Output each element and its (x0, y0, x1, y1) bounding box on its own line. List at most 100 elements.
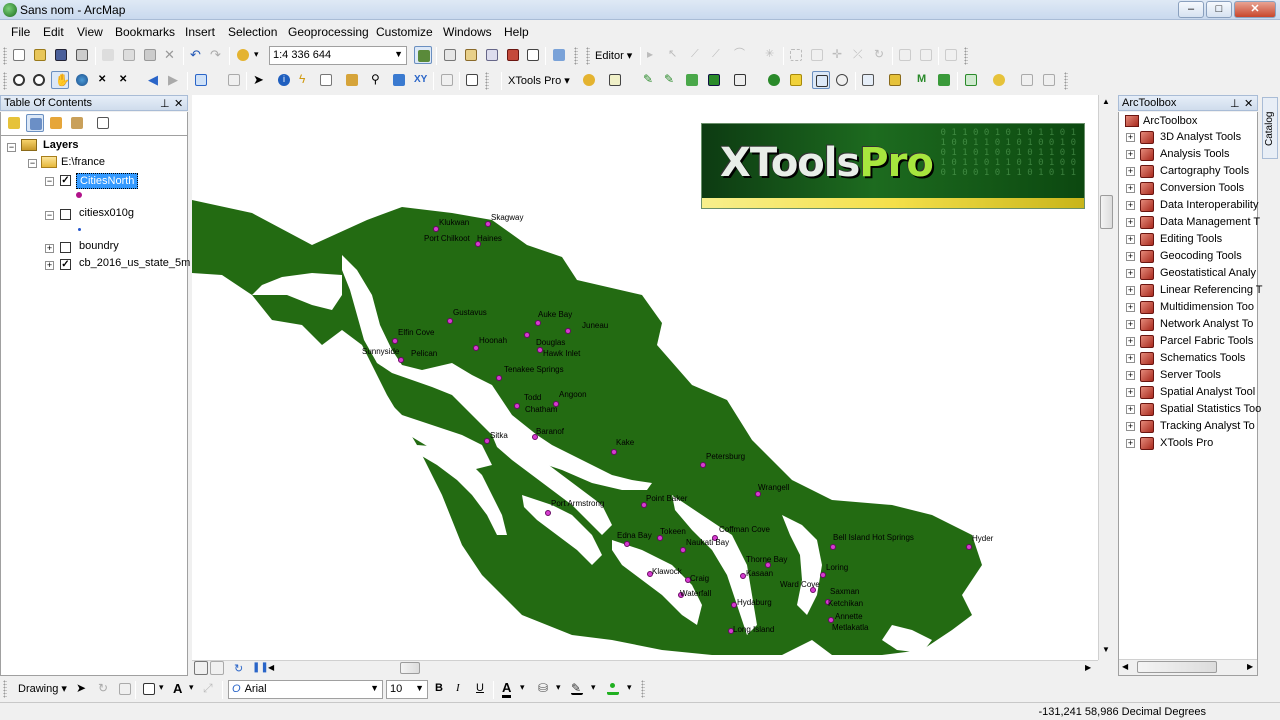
scroll-thumb[interactable] (1100, 195, 1113, 229)
delete-button[interactable]: ✕ (161, 46, 179, 64)
measure-button[interactable] (343, 71, 361, 89)
edit-vertices-button[interactable] (787, 46, 805, 64)
pin-icon[interactable]: ⊥ (160, 97, 170, 110)
list-by-visibility-button[interactable] (47, 114, 65, 132)
expand-toolbox-toggle[interactable]: + (1126, 371, 1135, 380)
city-marker[interactable] (398, 357, 404, 363)
go-to-xy-button[interactable]: XY (411, 71, 429, 89)
clear-selection-button[interactable] (225, 71, 243, 89)
map-view[interactable]: Klukwan Skagway Port Chilkoot Haines Gus… (192, 95, 1098, 660)
menu-customize[interactable]: Customize (376, 25, 433, 39)
model-builder-button[interactable] (550, 46, 568, 64)
full-extent-button[interactable] (73, 71, 91, 89)
rotate-tool[interactable]: ↻ (95, 680, 113, 698)
create-viewer-button[interactable] (463, 71, 481, 89)
expand-toolbox-toggle[interactable]: + (1126, 303, 1135, 312)
land-polygon[interactable] (192, 200, 982, 655)
expand-toolbox-toggle[interactable]: + (1126, 252, 1135, 261)
map-vertical-scrollbar[interactable]: ▲ ▼ (1098, 95, 1114, 660)
layer-boundry[interactable]: boundry (79, 240, 119, 252)
expand-layer-toggle[interactable]: − (45, 211, 54, 220)
drawing-menu[interactable]: Drawing ▾ (18, 682, 67, 695)
layer-visibility-checkbox[interactable]: ✓ (60, 259, 71, 270)
font-color-button[interactable]: A (502, 680, 512, 698)
xtools-export-button[interactable] (731, 71, 749, 89)
list-by-source-button[interactable] (26, 114, 44, 132)
menu-geoprocessing[interactable]: Geoprocessing (288, 25, 369, 39)
select-elements-tool[interactable]: ➤ (73, 680, 91, 698)
expand-toolbox-toggle[interactable]: + (1126, 184, 1135, 193)
expand-toolbox-toggle[interactable]: + (1126, 320, 1135, 329)
expand-toolbox-toggle[interactable]: + (1126, 422, 1135, 431)
xtools-add-feature-button[interactable] (705, 71, 723, 89)
rotate-button[interactable]: ↻ (871, 46, 889, 64)
expand-layers-toggle[interactable]: − (7, 143, 16, 152)
font-family-combo[interactable]: O Arial ▼ (228, 680, 383, 699)
dropdown-arrow-icon[interactable]: ▾ (520, 682, 525, 693)
expand-toolbox-toggle[interactable]: + (1126, 337, 1135, 346)
expand-toolbox-toggle[interactable]: + (1126, 218, 1135, 227)
city-marker[interactable] (524, 332, 530, 338)
endpoint-arc-button[interactable]: ⟋ (709, 46, 727, 64)
city-marker[interactable] (680, 547, 686, 553)
city-marker[interactable] (700, 462, 706, 468)
dropdown-arrow-icon[interactable]: ▾ (556, 682, 561, 693)
xtools-table-button[interactable] (606, 71, 624, 89)
italic-button[interactable]: I (456, 682, 460, 694)
fixed-zoom-out-button[interactable]: ✕ (116, 71, 134, 89)
search-window-button[interactable] (483, 46, 501, 64)
expand-toolbox-toggle[interactable]: + (1126, 201, 1135, 210)
toolbox-h-scrollbar[interactable]: ◀ ▶ (1119, 659, 1257, 675)
menu-bookmarks[interactable]: Bookmarks (115, 25, 175, 39)
pan-button[interactable]: ✋ (51, 71, 70, 89)
fill-color-button[interactable]: ⛁ (535, 680, 553, 698)
expand-layer-toggle[interactable]: + (45, 261, 54, 270)
expand-toolbox-toggle[interactable]: + (1126, 235, 1135, 244)
expand-toolbox-toggle[interactable]: + (1126, 354, 1135, 363)
xtools-m-button[interactable]: M (914, 71, 932, 89)
city-marker[interactable] (447, 318, 453, 324)
xtools-go-button[interactable] (765, 71, 783, 89)
minimize-button[interactable]: – (1178, 1, 1204, 18)
map-scale-combo[interactable]: 1:4 336 644 ▼ (269, 46, 407, 65)
hyperlink-button[interactable]: ϟ (296, 71, 314, 89)
dropdown-arrow-icon[interactable]: ▾ (591, 682, 596, 693)
create-features-button[interactable] (942, 46, 960, 64)
xtools-copy-button[interactable] (1018, 71, 1036, 89)
h-scroll-thumb[interactable] (400, 662, 420, 674)
xtools-edit-button[interactable]: ✎ (640, 71, 658, 89)
select-elements-button[interactable]: ➤ (250, 71, 268, 89)
editor-toolbar-button[interactable] (414, 46, 432, 64)
layer-citiesx010g[interactable]: citiesx010g (79, 207, 134, 219)
point-button[interactable]: ✳ (762, 46, 780, 64)
bold-button[interactable]: B (435, 682, 443, 694)
city-marker[interactable] (535, 320, 541, 326)
city-marker[interactable] (624, 541, 630, 547)
toolbar-grip[interactable] (3, 47, 7, 65)
expand-folder-toggle[interactable]: − (28, 159, 37, 168)
layer-visibility-checkbox[interactable]: ✓ (60, 175, 71, 186)
select-features-button[interactable] (192, 71, 210, 89)
map-horizontal-scrollbar[interactable]: ↻ ❚❚ ◀ ▶ (192, 660, 1098, 676)
expand-toolbox-toggle[interactable]: + (1126, 167, 1135, 176)
city-marker[interactable] (611, 449, 617, 455)
list-by-selection-button[interactable] (68, 114, 86, 132)
scroll-right-icon[interactable]: ▶ (1247, 662, 1253, 671)
new-text-tool[interactable]: A (170, 680, 188, 698)
refresh-icon[interactable]: ↻ (234, 662, 243, 675)
scroll-left-icon[interactable]: ◀ (1122, 662, 1128, 671)
city-marker[interactable] (514, 403, 520, 409)
xtools-layer-button[interactable] (886, 71, 904, 89)
dropdown-arrow-icon[interactable]: ▾ (189, 682, 194, 693)
dropdown-arrow-icon[interactable]: ▾ (627, 682, 632, 693)
city-marker[interactable] (966, 544, 972, 550)
copy-button[interactable] (120, 46, 138, 64)
zoom-in-button[interactable] (10, 71, 28, 89)
menu-windows[interactable]: Windows (443, 25, 492, 39)
layer-visibility-checkbox[interactable] (60, 242, 71, 253)
scroll-right-icon[interactable]: ▶ (1085, 663, 1091, 672)
catalog-window-button[interactable] (462, 46, 480, 64)
redo-button[interactable]: ↷ (207, 46, 225, 64)
convert-text-tool[interactable]: ⤢ (200, 680, 218, 698)
identify-button[interactable]: i (275, 71, 293, 89)
